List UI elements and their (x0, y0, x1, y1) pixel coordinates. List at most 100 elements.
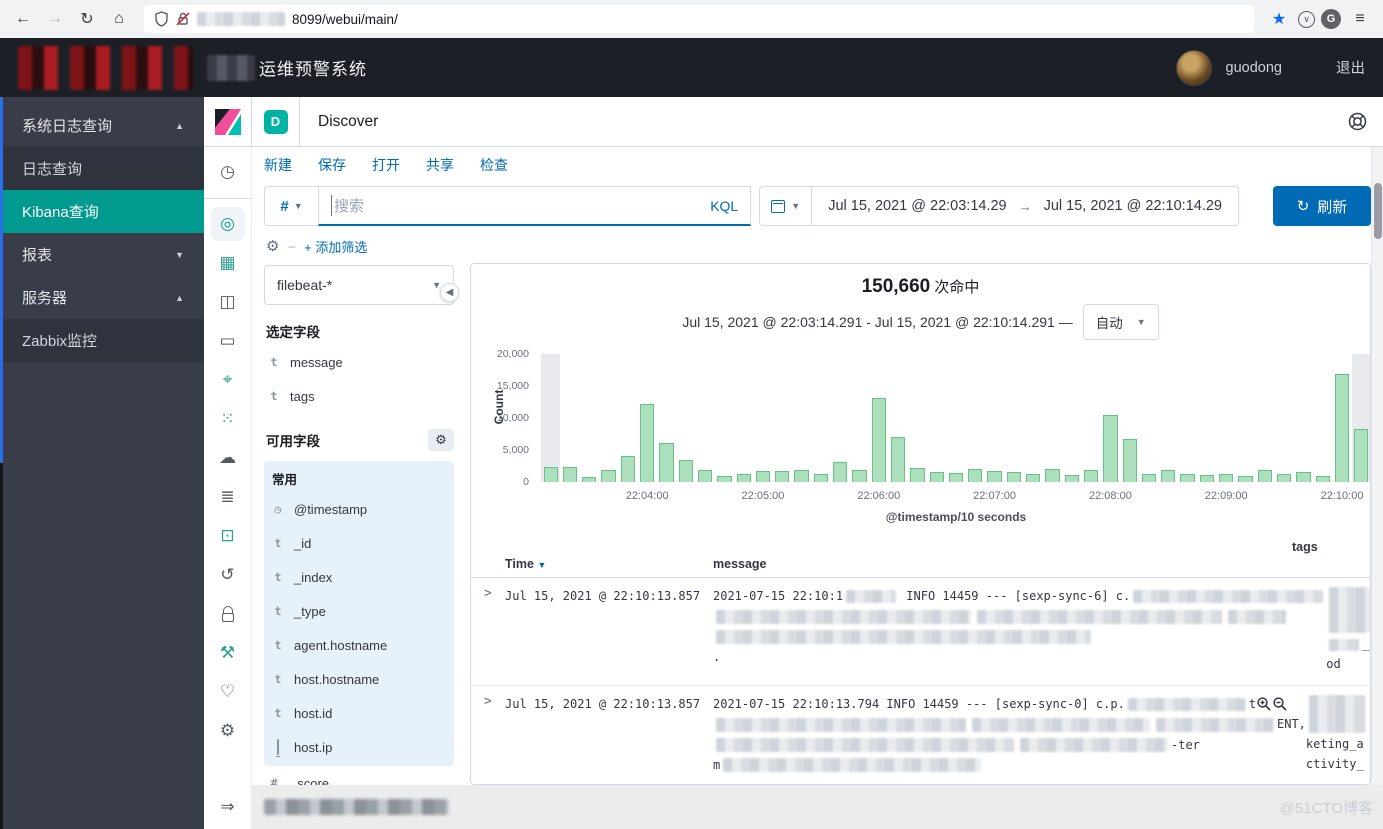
column-message[interactable]: message (713, 557, 1292, 571)
sort-desc-icon[interactable]: ▼ (537, 560, 546, 570)
histogram-bar[interactable] (1200, 475, 1214, 482)
uptime-icon[interactable]: ⊡ (211, 519, 245, 553)
histogram-bar[interactable] (1161, 470, 1175, 482)
histogram-bar[interactable] (1180, 474, 1194, 482)
sidebar-item-Kibana查询[interactable]: Kibana查询 (0, 190, 204, 233)
management-icon[interactable]: ⚙ (211, 714, 245, 748)
toolbar-link-打开[interactable]: 打开 (372, 155, 400, 175)
logs-icon[interactable]: ≣ (211, 480, 245, 514)
histogram-bar[interactable] (1335, 374, 1349, 482)
sidebar-item-系统日志查询[interactable]: 系统日志查询▲ (0, 104, 204, 147)
histogram-bar[interactable] (659, 443, 673, 482)
time-range[interactable]: Jul 15, 2021 @ 22:03:14.29 → Jul 15, 202… (811, 186, 1239, 226)
dashboard-icon[interactable]: ◫ (211, 285, 245, 319)
histogram-bar[interactable] (833, 462, 847, 482)
field-item-host.hostname[interactable]: thost.hostname (268, 662, 452, 696)
scrollbar-thumb[interactable] (1374, 183, 1382, 239)
bookmark-star-icon[interactable]: ★ (1266, 9, 1292, 29)
apm-icon[interactable]: ↺ (211, 558, 245, 592)
forward-icon[interactable]: → (42, 10, 68, 28)
histogram-bar[interactable] (1354, 429, 1368, 482)
browser-account-icon[interactable]: G (1321, 9, 1341, 29)
discover-icon[interactable]: ◎ (211, 207, 245, 241)
siem-icon[interactable] (211, 597, 245, 631)
histogram-bar[interactable] (930, 472, 944, 482)
histogram-bar[interactable] (1277, 474, 1291, 482)
visualize-icon[interactable]: ▦ (211, 246, 245, 280)
table-row[interactable]: >Jul 15, 2021 @ 22:10:13.8572021-07-15 2… (471, 686, 1370, 785)
histogram-bar[interactable] (1007, 472, 1021, 482)
histogram-bar[interactable] (852, 470, 866, 482)
field-item-_type[interactable]: t_type (268, 594, 452, 628)
table-row[interactable]: >Jul 15, 2021 @ 22:10:13.8572021-07-15 2… (471, 578, 1370, 686)
histogram-bar[interactable] (737, 474, 751, 482)
expand-row-icon[interactable]: > (471, 586, 505, 675)
histogram-bar[interactable] (1103, 415, 1117, 482)
insecure-lock-icon[interactable] (176, 11, 190, 27)
histogram-bar[interactable] (756, 471, 770, 482)
user-avatar[interactable] (1176, 50, 1212, 86)
kibana-logo[interactable] (204, 97, 252, 146)
histogram-bar[interactable] (717, 476, 731, 482)
histogram-bar[interactable] (601, 470, 615, 482)
pocket-icon[interactable]: ∨ (1298, 11, 1315, 28)
collapse-fields-panel-button[interactable]: ◀ (440, 283, 459, 302)
field-item-_id[interactable]: t_id (268, 526, 452, 560)
field-item-message[interactable]: tmessage (264, 345, 454, 379)
saved-query-menu-button[interactable]: # ▼ (264, 186, 318, 226)
interval-select[interactable]: 自动 ▼ (1083, 304, 1159, 340)
kql-label[interactable]: KQL (710, 198, 738, 214)
field-item-_index[interactable]: t_index (268, 560, 452, 594)
field-item-@timestamp[interactable]: ◷@timestamp (268, 492, 452, 526)
collapse-icon[interactable]: ⇒ (211, 790, 245, 824)
toolbar-link-新建[interactable]: 新建 (264, 155, 292, 175)
zoom-out-icon[interactable] (1273, 697, 1287, 711)
histogram-bar[interactable] (1026, 474, 1040, 482)
canvas-icon[interactable]: ▭ (211, 324, 245, 358)
column-tags[interactable]: tags (1292, 540, 1370, 554)
logout-button[interactable]: 退出 (1336, 57, 1365, 78)
toolbar-link-共享[interactable]: 共享 (426, 155, 454, 175)
refresh-button[interactable]: ↻ 刷新 (1273, 186, 1371, 226)
machine-learning-icon[interactable]: ⁙ (211, 402, 245, 436)
field-item-tags[interactable]: ttags (264, 379, 454, 413)
histogram-bar[interactable] (872, 398, 886, 482)
field-item-agent.hostname[interactable]: tagent.hostname (268, 628, 452, 662)
histogram-bar[interactable] (1238, 476, 1252, 482)
reload-icon[interactable]: ↻ (74, 9, 100, 29)
maps-icon[interactable]: ⌖ (211, 363, 245, 397)
histogram-bar[interactable] (814, 474, 828, 482)
histogram-bar[interactable] (891, 437, 905, 482)
histogram-bar[interactable] (640, 404, 654, 482)
field-item-host.id[interactable]: thost.id (268, 696, 452, 730)
time-range-start[interactable]: Jul 15, 2021 @ 22:03:14.29 (828, 198, 1006, 214)
home-icon[interactable]: ⌂ (106, 10, 132, 28)
histogram-bar[interactable] (1045, 469, 1059, 482)
add-filter-link[interactable]: + 添加筛选 (304, 237, 367, 256)
fields-settings-icon[interactable]: ⚙ (428, 429, 454, 451)
sidebar-item-Zabbix监控[interactable]: Zabbix监控 (0, 319, 204, 362)
scrollbar[interactable] (1371, 147, 1383, 785)
help-icon[interactable] (1348, 97, 1383, 146)
histogram-bar[interactable] (987, 471, 1001, 482)
histogram-bar[interactable] (621, 456, 635, 482)
histogram-bar[interactable] (1123, 439, 1137, 482)
field-item-_score[interactable]: #_score (264, 766, 454, 785)
back-icon[interactable]: ← (10, 10, 36, 28)
histogram-bar[interactable] (949, 473, 963, 482)
histogram-bar[interactable] (698, 470, 712, 482)
histogram-bar[interactable] (1084, 470, 1098, 482)
histogram-bar[interactable] (1065, 475, 1079, 482)
metrics-icon[interactable]: ☁ (211, 441, 245, 475)
filter-gear-icon[interactable]: ⚙ (266, 237, 279, 255)
toolbar-link-保存[interactable]: 保存 (318, 155, 346, 175)
expand-row-icon[interactable]: > (471, 694, 505, 776)
histogram-bar[interactable] (582, 477, 596, 482)
histogram-bar[interactable] (910, 468, 924, 482)
stack-monitoring-icon[interactable]: ♡ (211, 675, 245, 709)
histogram-bar[interactable] (794, 470, 808, 482)
histogram-bar[interactable] (968, 469, 982, 482)
field-item-host.ip[interactable]: host.ip (268, 730, 452, 764)
recent-icon[interactable]: ◷ (211, 155, 245, 189)
histogram-bar[interactable] (775, 471, 789, 482)
